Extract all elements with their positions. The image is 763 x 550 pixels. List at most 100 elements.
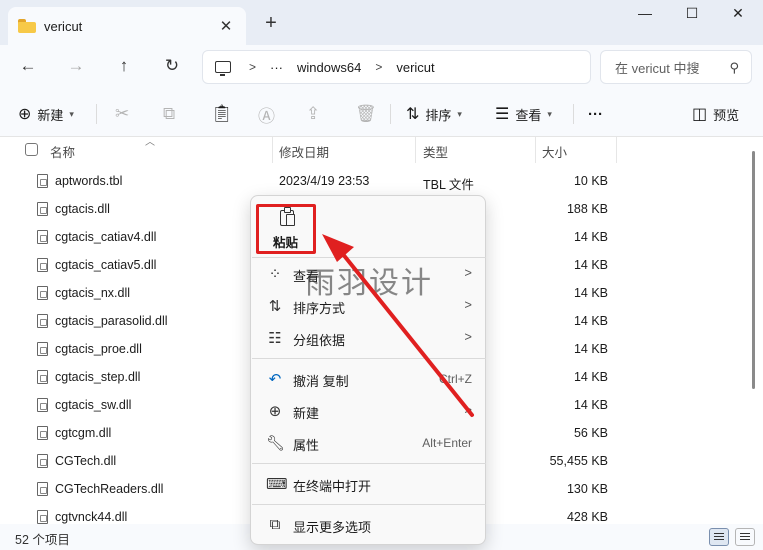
this-pc-icon (215, 61, 231, 76)
view-button[interactable]: ☰ 查看 ▾ (495, 103, 552, 125)
up-button[interactable]: ↑ (109, 53, 139, 79)
file-name: CGTech.dll (55, 454, 117, 468)
file-name: cgtacis_nx.dll (55, 286, 131, 300)
column-divider[interactable] (535, 137, 536, 163)
column-size[interactable]: 大小 (542, 142, 567, 161)
file-name: cgtcgm.dll (55, 426, 112, 440)
file-icon (37, 286, 48, 300)
menu-item-shortcut: Alt+Enter (422, 436, 472, 450)
rename-icon[interactable]: Ⓐ (258, 103, 275, 126)
file-name: CGTechReaders.dll (55, 482, 164, 496)
delete-icon[interactable]: 🗑︎ (355, 103, 377, 125)
file-size: 130 KB (566, 482, 608, 496)
more-options-icon: ⧉ (269, 516, 281, 533)
file-name: cgtacis_proe.dll (55, 342, 142, 356)
close-tab-button[interactable]: ✕ (212, 17, 240, 35)
back-button[interactable]: ← (13, 53, 43, 79)
breadcrumb-separator: > (249, 60, 257, 74)
toolbar-divider (96, 104, 97, 124)
file-size: 14 KB (573, 398, 608, 412)
search-placeholder: 在 vericut 中搜 (615, 60, 700, 76)
menu-item-label: 新建 (293, 406, 320, 421)
file-icon (37, 370, 48, 384)
file-icon (37, 174, 48, 188)
menu-item-undo-copy[interactable]: ↶ 撤消 复制 Ctrl+Z (256, 364, 482, 394)
file-name: cgtvnck44.dll (55, 510, 128, 524)
column-name[interactable]: 名称 (50, 142, 75, 161)
menu-item-label: 显示更多选项 (293, 520, 372, 535)
menu-item-new[interactable]: ⊕ 新建 > (256, 396, 482, 426)
column-date[interactable]: 修改日期 (279, 142, 329, 161)
search-input[interactable]: 在 vericut 中搜 ⚲ (600, 50, 752, 84)
minimize-button[interactable]: — (625, 5, 665, 27)
column-divider[interactable] (415, 137, 416, 163)
toolbar-divider (390, 104, 391, 124)
view-label: 查看 (515, 107, 542, 123)
column-divider[interactable] (272, 137, 273, 163)
menu-item-label: 属性 (293, 438, 320, 453)
file-name: cgtacis_sw.dll (55, 398, 132, 412)
maximize-button[interactable]: ☐ (672, 5, 712, 27)
address-bar[interactable]: > ··· windows64 > vericut (202, 50, 591, 84)
breadcrumb-item[interactable]: windows64 (297, 60, 361, 75)
command-bar: ⊕ 新建 ▾ ✂ ⧉ 📋︎ Ⓐ ⇪ 🗑︎ ⇅ 排序 ▾ ☰ 查看 ▾ ··· ◫… (0, 90, 763, 137)
menu-item-properties[interactable]: 🔧︎ 属性 Alt+Enter (256, 428, 482, 458)
column-header: ︿ 名称 修改日期 类型 大小 (0, 137, 763, 163)
new-tab-button[interactable]: + (258, 12, 284, 35)
sort-button[interactable]: ⇅ 排序 ▾ (406, 103, 462, 125)
forward-button[interactable]: → (61, 53, 91, 79)
tab-title: vericut (44, 18, 83, 34)
file-size: 14 KB (573, 370, 608, 384)
breadcrumb-ellipsis[interactable]: ··· (270, 60, 283, 75)
file-row[interactable]: aptwords.tbl 2023/4/19 23:53 TBL 文件 10 KB (0, 167, 763, 195)
paste-icon[interactable]: 📋︎ (211, 103, 233, 125)
menu-item-label: 在终端中打开 (293, 479, 372, 494)
file-name: cgtacis_parasolid.dll (55, 314, 168, 328)
file-icon (37, 258, 48, 272)
chevron-down-icon: ▾ (547, 108, 552, 119)
chevron-down-icon: ▾ (69, 108, 74, 119)
file-icon (37, 510, 48, 524)
paste-button[interactable]: 粘贴 (256, 204, 316, 254)
menu-item-show-more-options[interactable]: ⧉ 显示更多选项 (256, 510, 482, 540)
new-button[interactable]: ⊕ 新建 ▾ (18, 103, 74, 125)
menu-divider (252, 463, 486, 464)
context-menu: 粘贴 ⁘ 查看 > ⇅ 排序方式 > ☷ 分组依据 > ↶ 撤消 复制 Ctrl… (250, 195, 486, 545)
details-view-button[interactable] (709, 528, 729, 546)
file-icon (37, 342, 48, 356)
select-all-checkbox[interactable] (25, 143, 38, 156)
see-more-button[interactable]: ··· (588, 103, 603, 125)
sort-icon: ⇅ (406, 106, 420, 123)
file-name: cgtacis_catiav5.dll (55, 258, 157, 272)
file-icon (37, 454, 48, 468)
file-icon (37, 426, 48, 440)
file-size: 428 KB (566, 510, 608, 524)
tiles-view-button[interactable] (735, 528, 755, 546)
preview-button[interactable]: ◫ 预览 (692, 103, 739, 125)
file-name: cgtacis_catiav4.dll (55, 230, 157, 244)
vertical-scrollbar[interactable] (752, 151, 755, 389)
new-label: 新建 (37, 107, 64, 123)
menu-item-open-in-terminal[interactable]: ⌨ 在终端中打开 (256, 469, 482, 499)
context-menu-quick-actions: 粘贴 (251, 196, 487, 256)
column-type[interactable]: 类型 (423, 142, 448, 161)
share-icon[interactable]: ⇪ (306, 103, 320, 125)
item-count: 52 个项目 (15, 533, 70, 547)
menu-item-group-by[interactable]: ☷ 分组依据 > (256, 323, 482, 353)
cut-icon[interactable]: ✂ (115, 103, 129, 125)
preview-pane-icon: ◫ (692, 106, 708, 123)
navigation-bar: ← → ↑ ↻ > ··· windows64 > vericut 在 veri… (0, 45, 763, 90)
chevron-right-icon: > (464, 329, 472, 344)
column-divider[interactable] (616, 137, 617, 163)
close-window-button[interactable]: ✕ (718, 5, 758, 27)
copy-icon[interactable]: ⧉ (163, 103, 175, 125)
sort-icon: ⇅ (268, 298, 282, 315)
breadcrumb-item[interactable]: vericut (396, 60, 434, 75)
file-date: 2023/4/19 23:53 (279, 174, 370, 188)
folder-icon (18, 19, 36, 33)
tab-vericut[interactable]: vericut ✕ (8, 7, 246, 45)
plus-circle-icon: ⊕ (18, 106, 32, 123)
menu-divider (252, 504, 486, 505)
file-icon (37, 314, 48, 328)
refresh-button[interactable]: ↻ (157, 53, 187, 79)
